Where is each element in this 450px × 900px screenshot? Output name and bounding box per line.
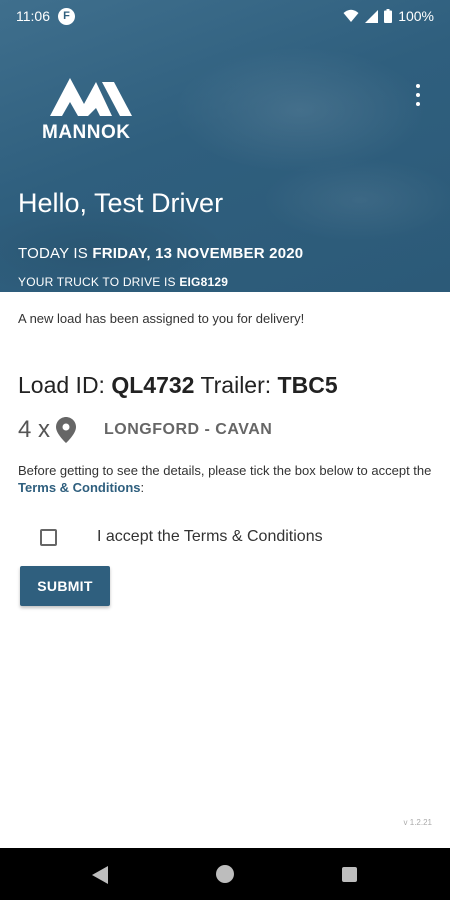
wifi-icon <box>343 9 359 22</box>
signal-icon <box>365 9 379 23</box>
terms-instructions: Before getting to see the details, pleas… <box>18 462 438 496</box>
app-version: v 1.2.21 <box>403 818 432 827</box>
battery-percentage: 100% <box>398 8 434 24</box>
truck-assignment-line: YOUR TRUCK TO DRIVE IS EIG8129 <box>18 275 228 289</box>
trailer-label: Trailer: <box>200 372 272 398</box>
load-info: Load ID: QL4732 Trailer: TBC5 <box>18 372 338 399</box>
status-indicators: 100% <box>343 8 434 24</box>
load-label: Load ID: <box>18 372 105 398</box>
submit-button[interactable]: SUBMIT <box>20 566 110 606</box>
terms-text-before: Before getting to see the details, pleas… <box>18 463 432 478</box>
truck-prefix: YOUR TRUCK TO DRIVE IS <box>18 275 176 289</box>
today-date: FRIDAY, 13 NOVEMBER 2020 <box>92 245 304 262</box>
accept-terms-label[interactable]: I accept the Terms & Conditions <box>97 528 323 546</box>
header-banner: 11:06 F 100% MANNOK Hello, Test Driver T… <box>0 0 450 292</box>
accept-terms-checkbox[interactable] <box>40 529 57 546</box>
today-prefix: TODAY IS <box>18 245 88 262</box>
more-vert-icon[interactable] <box>412 84 424 106</box>
recent-apps-icon[interactable] <box>342 867 357 882</box>
stops-count: 4 x <box>18 416 51 443</box>
location-pin-icon <box>56 417 77 443</box>
status-bar: 11:06 F 100% <box>0 0 450 32</box>
home-icon[interactable] <box>216 865 234 883</box>
trailer-id: TBC5 <box>277 372 338 398</box>
stops-row: 4 x LONGFORD - CAVAN <box>18 416 272 444</box>
terms-link[interactable]: Terms & Conditions <box>18 480 141 495</box>
greeting-title: Hello, Test Driver <box>18 188 224 218</box>
load-id: QL4732 <box>111 372 195 398</box>
new-load-notice: A new load has been assigned to you for … <box>18 311 305 326</box>
brand-name: MANNOK <box>42 122 131 143</box>
terms-text-after: : <box>140 480 145 495</box>
back-icon[interactable] <box>92 866 108 884</box>
truck-id: EIG8129 <box>179 275 229 289</box>
today-date-line: TODAY IS FRIDAY, 13 NOVEMBER 2020 <box>18 245 303 262</box>
route-label: LONGFORD - CAVAN <box>104 421 273 438</box>
status-time: 11:06 <box>16 8 50 24</box>
battery-icon <box>384 9 393 23</box>
app-notification-icon: F <box>58 7 75 25</box>
